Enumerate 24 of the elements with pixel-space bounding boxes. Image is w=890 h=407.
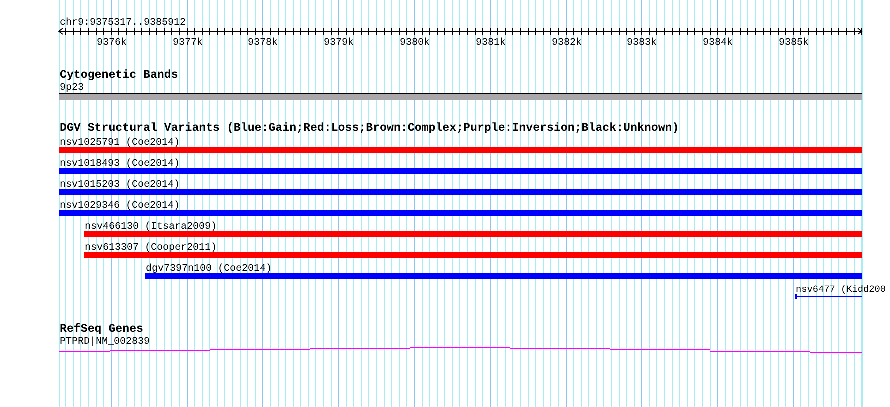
tick-label: 9380k xyxy=(400,38,430,49)
locus-label: chr9:9375317..9385912 xyxy=(60,18,186,29)
variant-label: nsv6477 (Kidd200 xyxy=(796,284,886,295)
track-title: RefSeq Genes xyxy=(60,323,144,336)
tick-label: 9384k xyxy=(703,38,733,49)
tick-label: 9381k xyxy=(476,38,506,49)
track-title: Cytogenetic Bands xyxy=(60,69,178,82)
variant-label: nsv1025791 (Coe2014) xyxy=(60,138,180,149)
tick-label: 9383k xyxy=(627,38,657,49)
tick-label: 9382k xyxy=(552,38,582,49)
variant-label: nsv613307 (Cooper2011) xyxy=(85,243,218,254)
track-title: DGV Structural Variants (Blue:Gain;Red:Loss;Brown:Complex;Purple:Inversion;Black:Unknown) xyxy=(60,122,680,135)
variant-label: nsv1018493 (Coe2014) xyxy=(60,159,180,170)
tick-label: 9378k xyxy=(248,38,278,49)
band-label: 9p23 xyxy=(60,83,84,94)
variant-label: nsv466130 (Itsara2009) xyxy=(85,222,218,233)
variant-label: nsv1015203 (Coe2014) xyxy=(60,180,180,191)
tick-label: 9379k xyxy=(324,38,354,49)
tick-label: 9377k xyxy=(173,38,203,49)
tick-label: 9376k xyxy=(97,38,127,49)
gene-label: PTPRD|NM_002839 xyxy=(60,337,150,348)
variant-label: nsv1029346 (Coe2014) xyxy=(60,201,180,212)
tick-label: 9385k xyxy=(779,38,809,49)
variant-label: dgv7397n100 (Coe2014) xyxy=(146,264,272,275)
